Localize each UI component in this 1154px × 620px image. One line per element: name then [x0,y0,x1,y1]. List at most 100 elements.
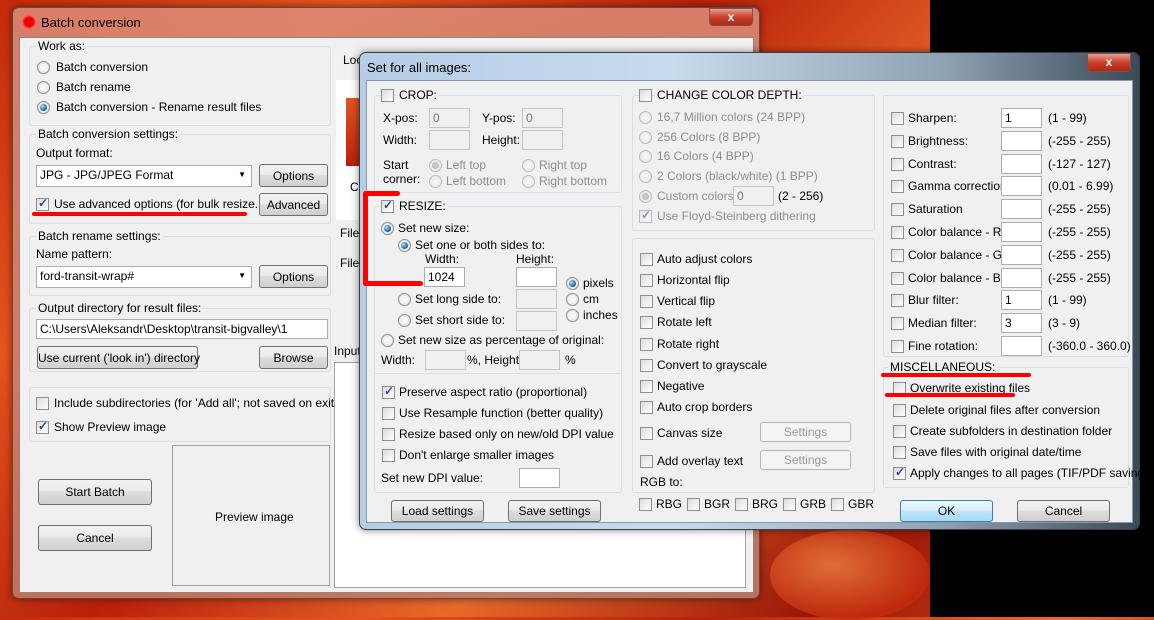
rotate-left-checkbox[interactable] [640,316,653,329]
unit-inches-radio[interactable] [566,309,579,322]
canvas-size-checkbox[interactable] [640,427,653,440]
browse-button[interactable]: Browse [259,346,328,369]
crop-width-input[interactable] [429,130,470,150]
start-batch-button[interactable]: Start Batch [38,479,152,505]
color-1bpp-radio[interactable] [639,170,652,183]
brightness-input[interactable] [1001,130,1042,151]
corner-left-top-radio[interactable] [429,159,442,172]
rgb-rbg-checkbox[interactable] [639,498,652,511]
rgb-bgr-checkbox[interactable] [687,498,700,511]
set-new-size-radio[interactable] [381,222,394,235]
dialog-title-bar[interactable]: Set for all images: x [360,53,1139,81]
resize-checkbox[interactable] [381,198,394,213]
dont-enlarge-checkbox[interactable] [382,449,395,462]
cancel-button[interactable]: Cancel [38,525,152,551]
color-balance-r-checkbox[interactable] [891,226,904,239]
long-side-radio[interactable] [398,293,411,306]
advanced-button[interactable]: Advanced [259,193,328,216]
crop-xpos-input[interactable]: 0 [429,108,470,128]
saturation-checkbox[interactable] [891,203,904,217]
format-options-button[interactable]: Options [259,164,328,187]
name-pattern-select[interactable]: ford-transit-wrap# [36,266,252,288]
blur-input[interactable]: 1 [1001,290,1042,311]
color-balance-g-checkbox[interactable] [891,248,904,262]
sharpen-checkbox[interactable] [891,112,904,125]
dialog-cancel-button[interactable]: Cancel [1017,500,1110,522]
pct-height-input[interactable] [519,350,560,370]
apply-all-pages-checkbox[interactable] [893,465,906,480]
long-side-input[interactable] [516,289,557,309]
vertical-flip-checkbox[interactable] [640,295,653,308]
include-subdirectories-checkbox[interactable] [36,397,49,410]
blur-checkbox[interactable] [891,294,904,308]
negative-checkbox[interactable] [640,380,653,393]
color-balance-b-checkbox[interactable] [891,271,904,285]
contrast-input[interactable] [1001,153,1042,174]
percentage-radio[interactable] [381,334,394,347]
output-directory-input[interactable]: C:\Users\Aleksandr\Desktop\transit-bigva… [36,319,328,339]
color-8bpp-radio[interactable] [639,131,652,144]
crop-checkbox[interactable] [381,89,394,102]
color-balance-r-input[interactable] [1001,222,1042,242]
preserve-aspect-checkbox[interactable] [382,384,395,399]
save-original-date-checkbox[interactable] [893,446,906,459]
rename-options-button[interactable]: Options [259,265,328,288]
unit-cm-radio[interactable] [566,293,579,306]
short-side-radio[interactable] [398,314,411,327]
sharpen-input[interactable]: 1 [1001,108,1042,128]
pct-width-input[interactable] [425,350,466,370]
rgb-grb-checkbox[interactable] [783,498,796,511]
color-balance-g-input[interactable] [1001,244,1042,265]
rgb-brg-checkbox[interactable] [735,498,748,511]
title-bar[interactable]: Batch conversion x [13,8,759,36]
saturation-input[interactable] [1001,199,1042,220]
corner-right-top-radio[interactable] [522,159,535,172]
color-custom-radio[interactable] [639,190,652,203]
delete-originals-checkbox[interactable] [893,404,906,417]
corner-left-bottom-radio[interactable] [429,175,442,188]
horizontal-flip-checkbox[interactable] [640,274,653,287]
close-button[interactable]: x [709,8,753,26]
auto-adjust-colors-checkbox[interactable] [640,253,653,266]
short-side-input[interactable] [516,311,557,331]
dithering-checkbox[interactable] [639,208,652,223]
gamma-input[interactable] [1001,176,1042,197]
output-format-select[interactable]: JPG - JPG/JPEG Format [36,165,252,187]
radio-batch-conversion-rename[interactable] [37,101,50,114]
fine-rotation-checkbox[interactable] [891,340,904,353]
custom-colors-input[interactable]: 0 [733,186,774,206]
rotate-right-checkbox[interactable] [640,338,653,351]
new-dpi-input[interactable] [519,468,560,488]
canvas-settings-button[interactable]: Settings [760,422,851,442]
contrast-checkbox[interactable] [891,157,904,171]
crop-height-input[interactable] [522,130,563,150]
radio-batch-rename[interactable] [37,81,50,94]
corner-right-bottom-radio[interactable] [522,175,535,188]
unit-pixels-radio[interactable] [566,277,579,290]
resample-checkbox[interactable] [382,407,395,420]
create-subfolders-checkbox[interactable] [893,425,906,438]
save-settings-button[interactable]: Save settings [508,500,601,522]
dpi-only-checkbox[interactable] [382,428,395,441]
show-preview-checkbox[interactable] [36,419,49,434]
fine-rotation-input[interactable] [1001,336,1042,356]
rgb-gbr-checkbox[interactable] [831,498,844,511]
radio-batch-conversion[interactable] [37,61,50,74]
dialog-close-button[interactable]: x [1087,53,1131,72]
grayscale-checkbox[interactable] [640,359,653,372]
ok-button[interactable]: OK [900,500,993,522]
gamma-checkbox[interactable] [891,180,904,194]
resize-width-input[interactable]: 1024 [424,267,465,287]
median-checkbox[interactable] [891,317,904,331]
color-depth-checkbox[interactable] [639,89,652,102]
color-balance-b-input[interactable] [1001,267,1042,288]
overlay-text-checkbox[interactable] [640,455,653,468]
color-4bpp-radio[interactable] [639,150,652,163]
brightness-checkbox[interactable] [891,134,904,148]
resize-height-input[interactable] [516,267,557,287]
crop-ypos-input[interactable]: 0 [522,108,563,128]
use-advanced-checkbox[interactable] [36,196,49,211]
color-24bpp-radio[interactable] [639,111,652,124]
median-input[interactable]: 3 [1001,313,1042,334]
overlay-settings-button[interactable]: Settings [760,450,851,470]
